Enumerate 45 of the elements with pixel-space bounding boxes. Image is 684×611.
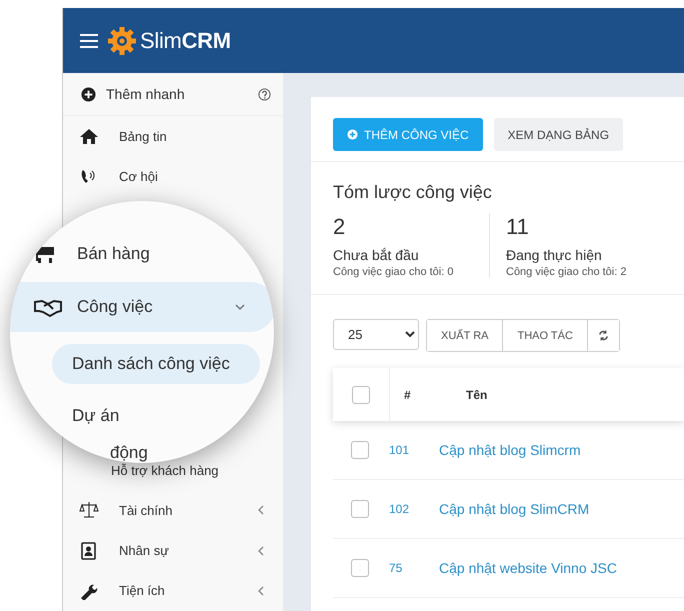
stat-label: Chưa bắt đầu bbox=[333, 247, 420, 263]
checkbox[interactable] bbox=[351, 559, 369, 577]
checkbox[interactable] bbox=[351, 500, 369, 518]
handshake-icon bbox=[34, 297, 62, 317]
task-id-link[interactable]: 75 bbox=[389, 561, 439, 575]
menu-icon[interactable] bbox=[79, 32, 99, 48]
task-name-link[interactable]: Cập nhật blog Slimcrm bbox=[439, 442, 581, 458]
page-size-select[interactable]: 25 bbox=[333, 319, 419, 350]
table-view-button[interactable]: XEM DẠNG BẢNG bbox=[494, 118, 624, 151]
refresh-icon bbox=[598, 330, 609, 341]
export-button[interactable]: XUẤT RA bbox=[427, 320, 504, 351]
task-id-link[interactable]: 101 bbox=[389, 443, 439, 457]
stat-count: 11 bbox=[506, 213, 530, 241]
plus-circle-icon bbox=[347, 129, 358, 140]
column-header[interactable]: Tên bbox=[454, 388, 488, 402]
menu-item[interactable]: Công việc bbox=[77, 297, 235, 317]
help-icon[interactable] bbox=[258, 88, 271, 101]
column-header[interactable]: # bbox=[390, 388, 454, 402]
sidebar-item[interactable]: Nhân sự bbox=[119, 543, 257, 558]
sidebar-item[interactable]: Bảng tin bbox=[119, 128, 283, 144]
stat-count: 2 bbox=[333, 213, 346, 241]
checkbox[interactable] bbox=[351, 441, 369, 459]
stat-note: Công việc giao cho tôi: 0 bbox=[333, 266, 454, 278]
sidebar-item[interactable]: Tiện ích bbox=[119, 583, 257, 598]
task-name-link[interactable]: Cập nhật website Vinno JSC bbox=[439, 560, 617, 576]
contact-card-icon bbox=[79, 542, 99, 560]
section-title: Tóm lược công việc bbox=[333, 182, 493, 203]
plus-circle-icon[interactable] bbox=[81, 86, 96, 102]
stat-note: Công việc giao cho tôi: 2 bbox=[506, 266, 628, 278]
submenu-item[interactable]: Danh sách công việc bbox=[52, 344, 260, 384]
submenu-item[interactable]: Dự án bbox=[52, 396, 260, 436]
task-name-link[interactable]: Cập nhật blog SlimCRM bbox=[439, 501, 590, 517]
menu-item[interactable]: Bán hàng bbox=[77, 244, 274, 264]
menu-item[interactable]: động bbox=[110, 439, 274, 463]
task-id-link[interactable]: 102 bbox=[389, 502, 439, 516]
sidebar-item[interactable]: Tài chính bbox=[119, 502, 257, 518]
sidebar-item[interactable]: Hỗ trợ khách hàng bbox=[79, 462, 283, 478]
gear-icon bbox=[107, 26, 137, 56]
stat-label: Đang thực hiện bbox=[506, 247, 603, 263]
scale-icon bbox=[79, 501, 99, 520]
sidebar-item[interactable]: Cơ hội bbox=[119, 169, 283, 184]
checkbox[interactable] bbox=[352, 386, 370, 404]
home-icon bbox=[79, 127, 99, 146]
quick-add-link[interactable]: Thêm nhanh bbox=[106, 86, 248, 102]
logo-text: SlimCRM bbox=[140, 28, 231, 54]
